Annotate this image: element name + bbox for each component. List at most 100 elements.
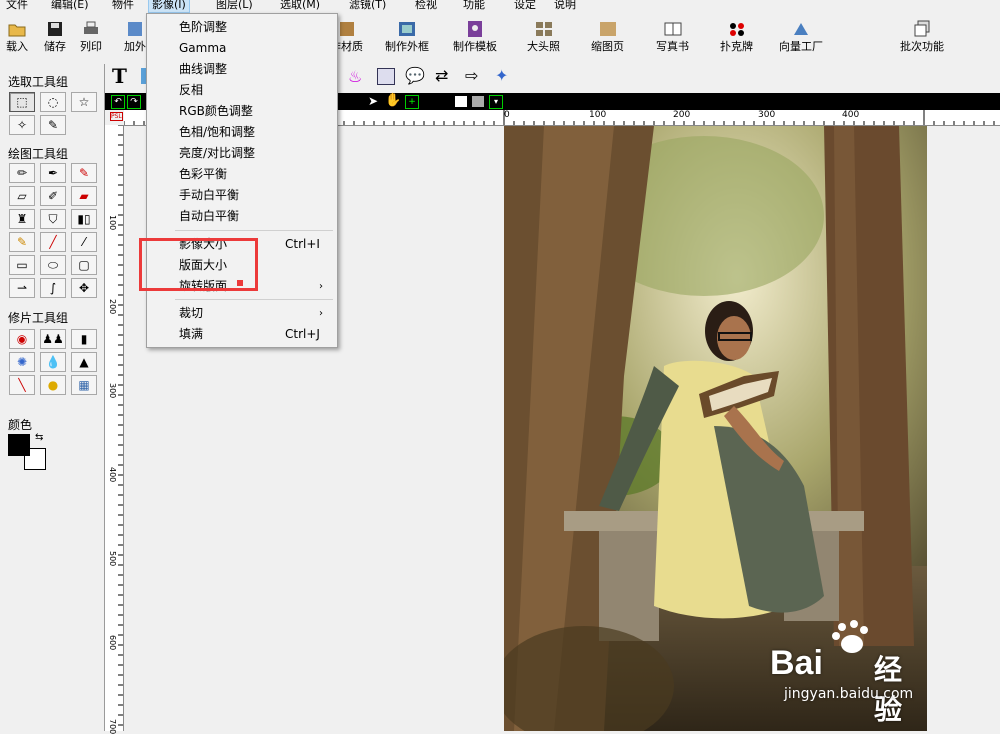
undo-icon[interactable]: ↶ bbox=[111, 95, 125, 109]
menu-file[interactable]: 文件 bbox=[3, 0, 31, 12]
menu-item-fill[interactable]: 填满 Ctrl+J bbox=[147, 324, 337, 345]
save-label: 储存 bbox=[44, 40, 66, 53]
tool-panel: 选取工具组 ⬚ ◌ ☆ ✧ ✎ 绘图工具组 ✏ ✒ ✎ ▱ ✐ ▰ ♜ ⛉ ▮▯… bbox=[0, 64, 105, 731]
menu-item-rgb[interactable]: RGB颜色调整 bbox=[147, 101, 337, 122]
batch-button[interactable]: 批次功能 bbox=[900, 20, 944, 53]
ellipse-tool[interactable]: ⬭ bbox=[40, 255, 66, 275]
add-frame-button[interactable]: 加外 bbox=[124, 20, 146, 53]
landscape-icon: ▦ bbox=[78, 378, 90, 392]
calendar-icon[interactable] bbox=[377, 68, 395, 85]
load-button[interactable]: 载入 bbox=[6, 20, 28, 53]
landscape-tool[interactable]: ▦ bbox=[71, 375, 97, 395]
photo-book-button[interactable]: 写真书 bbox=[656, 20, 689, 53]
floppy-icon bbox=[48, 22, 62, 36]
menu-item-levels[interactable]: 色阶调整 bbox=[147, 17, 337, 38]
v-ruler-label: 600 bbox=[108, 635, 117, 651]
eyedropper-tool[interactable]: ⁄ bbox=[71, 232, 97, 252]
menu-settings[interactable]: 设定 bbox=[511, 0, 539, 12]
foreground-color-swatch[interactable] bbox=[8, 434, 30, 456]
airbrush-tool[interactable]: ✒ bbox=[40, 163, 66, 183]
sharpen-icon: ▲ bbox=[79, 355, 89, 369]
menu-function[interactable]: 功能 bbox=[460, 0, 488, 12]
red-brush-tool[interactable]: ╲ bbox=[9, 375, 35, 395]
sharpen-tool[interactable]: ▲ bbox=[71, 352, 97, 372]
print-button[interactable]: 列印 bbox=[80, 20, 102, 53]
select-brush-tool[interactable]: ✎ bbox=[40, 115, 66, 135]
star-arrow-icon[interactable]: ✦ bbox=[495, 66, 508, 85]
line-tool[interactable]: ⇀ bbox=[9, 278, 35, 298]
rectangle-tool[interactable]: ▭ bbox=[9, 255, 35, 275]
color-brush-tool[interactable]: ✎ bbox=[71, 163, 97, 183]
watermark-url: jingyan.baidu.com bbox=[784, 686, 914, 702]
exchange-arrows-icon[interactable]: ⇄ bbox=[435, 66, 448, 85]
menu-item-hue-saturation[interactable]: 色相/饱和调整 bbox=[147, 122, 337, 143]
smudge-tool[interactable]: ✐ bbox=[40, 186, 66, 206]
h-ruler-label: 300 bbox=[758, 110, 776, 120]
vector-factory-button[interactable]: 向量工厂 bbox=[779, 20, 823, 53]
move-tool[interactable]: ✥ bbox=[71, 278, 97, 298]
menu-item-auto-white-balance[interactable]: 自动白平衡 bbox=[147, 206, 337, 227]
menu-item-manual-white-balance[interactable]: 手动白平衡 bbox=[147, 185, 337, 206]
white-swatch-icon[interactable] bbox=[455, 96, 467, 107]
swap-colors-icon[interactable]: ⇆ bbox=[35, 432, 43, 443]
menu-edit[interactable]: 编辑(E) bbox=[48, 0, 92, 12]
fill-tool[interactable]: ⛉ bbox=[40, 209, 66, 229]
ellipse-select-tool[interactable]: ◌ bbox=[40, 92, 66, 112]
speech-bubble-icon[interactable]: 💬 bbox=[405, 66, 425, 85]
spot-heal-icon: ✺ bbox=[16, 355, 28, 369]
menu-layer[interactable]: 图层(L) bbox=[213, 0, 256, 12]
headshot-label: 大头照 bbox=[527, 40, 560, 53]
rect-select-tool[interactable]: ⬚ bbox=[9, 92, 35, 112]
eraser-tool[interactable]: ▱ bbox=[9, 186, 35, 206]
poker-label: 扑克牌 bbox=[720, 40, 753, 53]
cake-icon[interactable]: ♨ bbox=[348, 67, 362, 86]
brush-tool[interactable]: ✏ bbox=[9, 163, 35, 183]
menu-item-gamma[interactable]: Gamma bbox=[147, 38, 337, 59]
menu-view[interactable]: 检视 bbox=[412, 0, 440, 12]
menu-item-label: RGB颜色调整 bbox=[179, 104, 253, 118]
menu-image[interactable]: 影像(I) bbox=[148, 0, 190, 13]
bucket-icon: ⛉ bbox=[48, 211, 58, 226]
menu-item-curves[interactable]: 曲线调整 bbox=[147, 59, 337, 80]
magic-wand-tool[interactable]: ✧ bbox=[9, 115, 35, 135]
add-icon[interactable]: + bbox=[405, 95, 419, 109]
headshot-button[interactable]: 大头照 bbox=[527, 20, 560, 53]
menu-object[interactable]: 物件 bbox=[109, 0, 137, 12]
magic-wand-icon: ✧ bbox=[16, 118, 28, 132]
redo-icon[interactable]: ↷ bbox=[127, 95, 141, 109]
light-tool[interactable]: ● bbox=[40, 375, 66, 395]
poker-button[interactable]: 扑克牌 bbox=[720, 20, 753, 53]
clone-people-tool[interactable]: ♟♟ bbox=[40, 329, 66, 349]
lipstick-tool[interactable]: ▮ bbox=[71, 329, 97, 349]
stamp-tool[interactable]: ♜ bbox=[9, 209, 35, 229]
menu-help[interactable]: 说明 bbox=[551, 0, 579, 12]
pointer-icon[interactable]: ➤ bbox=[368, 94, 378, 108]
spot-heal-tool[interactable]: ✺ bbox=[9, 352, 35, 372]
ellipse-icon: ⬭ bbox=[47, 257, 59, 272]
red-pen-tool[interactable]: ╱ bbox=[40, 232, 66, 252]
red-eraser-tool[interactable]: ▰ bbox=[71, 186, 97, 206]
right-arrow-icon[interactable]: ⇨ bbox=[465, 66, 478, 85]
red-eye-tool[interactable]: ◉ bbox=[9, 329, 35, 349]
make-template-button[interactable]: 制作模板 bbox=[453, 20, 497, 53]
menu-item-brightness-contrast[interactable]: 亮度/对比调整 bbox=[147, 143, 337, 164]
menu-filter[interactable]: 滤镜(T) bbox=[346, 0, 389, 12]
menu-item-crop[interactable]: 裁切 › bbox=[147, 303, 337, 324]
menu-item-color-balance[interactable]: 色彩平衡 bbox=[147, 164, 337, 185]
lasso-tool[interactable]: ☆ bbox=[71, 92, 97, 112]
make-template-label: 制作模板 bbox=[453, 40, 497, 53]
hand-icon[interactable]: ✋ bbox=[385, 93, 401, 108]
gradient-tool[interactable]: ▮▯ bbox=[71, 209, 97, 229]
blur-tool[interactable]: 💧 bbox=[40, 352, 66, 372]
dropdown-arrow-icon[interactable]: ▾ bbox=[489, 95, 503, 109]
make-frame-button[interactable]: 制作外框 bbox=[385, 20, 429, 53]
save-button[interactable]: 储存 bbox=[44, 20, 66, 53]
gray-swatch-icon[interactable] bbox=[472, 96, 484, 107]
rounded-rect-tool[interactable]: ▢ bbox=[71, 255, 97, 275]
pencil-tool[interactable]: ✎ bbox=[9, 232, 35, 252]
text-tool-icon[interactable]: T bbox=[112, 64, 127, 88]
menu-select[interactable]: 选取(M) bbox=[277, 0, 323, 12]
thumbnail-page-button[interactable]: 缩图页 bbox=[591, 20, 624, 53]
menu-item-invert[interactable]: 反相 bbox=[147, 80, 337, 101]
curve-tool[interactable]: ∫ bbox=[40, 278, 66, 298]
